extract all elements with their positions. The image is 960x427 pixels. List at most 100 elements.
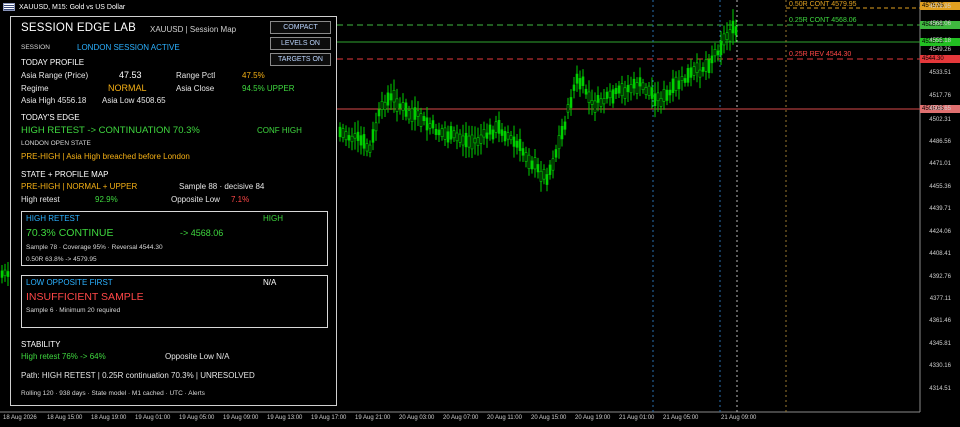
candle (725, 32, 729, 40)
price-axis-label: 4455.36 (929, 184, 951, 190)
candle (404, 102, 408, 117)
candle (353, 133, 357, 139)
candle (383, 101, 387, 110)
candle (656, 92, 660, 102)
candle (572, 84, 576, 91)
time-axis-label: 18 Aug 15:00 (47, 415, 83, 421)
candle (686, 68, 690, 83)
candle (389, 93, 393, 101)
todays-edge-heading: TODAY'S EDGE (21, 113, 80, 122)
candle (527, 154, 531, 169)
candle (707, 59, 711, 74)
candle (539, 170, 543, 182)
candle (671, 78, 675, 93)
candle (617, 85, 621, 94)
london-open-state-label: LONDON OPEN STATE (21, 140, 91, 147)
box2-title: LOW OPPOSITE FIRST (26, 278, 113, 287)
candle (533, 157, 537, 170)
candle (605, 91, 609, 99)
candle (434, 128, 438, 135)
candle (494, 121, 498, 133)
candle (350, 135, 354, 143)
candle (563, 121, 567, 130)
candle (611, 89, 615, 104)
candle (416, 110, 420, 117)
price-axis-label: 4579.95 (929, 4, 951, 10)
candle (647, 85, 651, 96)
candle (440, 128, 444, 137)
time-axis-label: 19 Aug 17:00 (311, 415, 347, 421)
stability-heading: STABILITY (21, 340, 61, 349)
candle (635, 82, 639, 94)
high-retest-box: HIGH RETEST HIGH 70.3% CONTINUE -> 4568.… (21, 211, 328, 266)
candle (701, 67, 705, 72)
candle (488, 124, 492, 135)
candle (344, 131, 348, 141)
levels-toggle-button[interactable]: LEVELS ON (270, 37, 331, 50)
candle (446, 131, 450, 143)
candle (449, 126, 453, 140)
candle (608, 90, 612, 99)
candle (521, 148, 525, 156)
candle (515, 140, 519, 148)
price-axis-label: 4424.06 (929, 229, 951, 235)
candle (410, 108, 414, 122)
targets-toggle-button[interactable]: TARGETS ON (270, 53, 331, 66)
candle (602, 98, 606, 105)
candle (545, 174, 549, 185)
candle (497, 120, 501, 134)
candle (590, 100, 594, 105)
candle (473, 137, 477, 144)
candle (503, 131, 507, 142)
candle (716, 50, 720, 56)
candle (575, 73, 579, 84)
time-axis-label: 20 Aug 03:00 (399, 415, 435, 421)
candle (695, 62, 699, 73)
candle (692, 66, 696, 76)
candle (554, 149, 558, 158)
candle (569, 97, 573, 108)
asia-range-label: Asia Range (Price) (21, 71, 89, 80)
candle (470, 134, 474, 150)
time-axis-label: 19 Aug 13:00 (267, 415, 303, 421)
candle (665, 89, 669, 101)
candle (683, 78, 687, 83)
candle (512, 136, 516, 147)
candle (593, 100, 597, 113)
candle (722, 33, 726, 46)
candle (644, 87, 648, 95)
time-axis-label: 18 Aug 19:00 (91, 415, 127, 421)
candle (653, 93, 657, 107)
candle (347, 135, 351, 141)
candle (719, 40, 723, 56)
candle (485, 132, 489, 139)
candle (419, 113, 423, 127)
panel-title: SESSION EDGE LAB (21, 22, 137, 34)
candle (413, 107, 417, 120)
candle (386, 92, 390, 106)
symbol-info: XAUUSD | Session Map (150, 25, 237, 34)
candle (491, 129, 495, 140)
time-axis-label: 18 Aug 2026 (3, 415, 37, 421)
candle (584, 88, 588, 95)
box1-target: -> 4568.06 (180, 228, 224, 238)
price-axis-label: 4502.31 (929, 117, 951, 123)
candle (710, 55, 714, 64)
time-axis-label: 21 Aug 01:00 (619, 415, 655, 421)
asia-high: Asia High 4556.18 (21, 96, 87, 105)
compact-button[interactable]: COMPACT (270, 21, 331, 34)
candle (356, 131, 360, 141)
range-pctl-value: 47.5% (242, 71, 265, 80)
box1-stats: Sample 78 · Coverage 95% · Reversal 4544… (26, 244, 163, 251)
candle (530, 160, 534, 170)
candle (536, 164, 540, 173)
candle (578, 78, 582, 90)
asia-close-label: Asia Close (176, 84, 215, 93)
candle (371, 129, 375, 143)
candle (557, 135, 561, 150)
opposite-low-label: Opposite Low (171, 195, 220, 204)
range-pctl-label: Range Pctl (176, 71, 216, 80)
candle (401, 102, 405, 111)
candle (482, 129, 486, 138)
candle (464, 132, 468, 148)
